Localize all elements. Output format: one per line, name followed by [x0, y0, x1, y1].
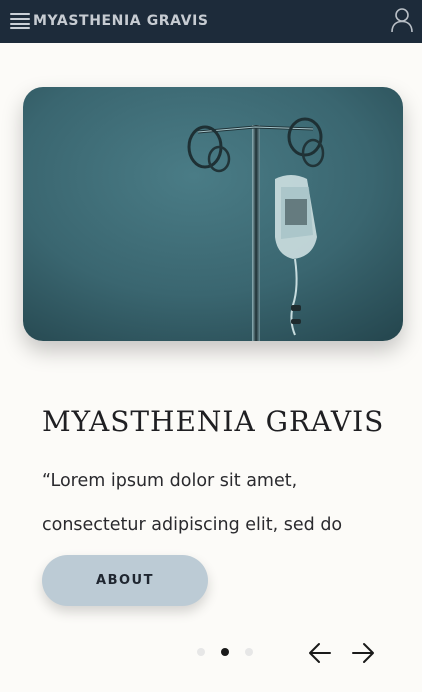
hero-image — [23, 87, 403, 341]
arrow-right-icon[interactable] — [350, 640, 376, 666]
slide-title: MYASTHENIA GRAVIS — [42, 405, 385, 438]
user-account-icon[interactable] — [390, 7, 414, 33]
about-button[interactable]: ABOUT — [42, 555, 208, 606]
hamburger-menu-icon[interactable] — [10, 13, 30, 29]
arrow-left-icon[interactable] — [307, 640, 333, 666]
top-app-bar: MYASTHENIA GRAVIS — [0, 0, 422, 43]
carousel-dot-2[interactable] — [221, 648, 229, 656]
app-title: MYASTHENIA GRAVIS — [33, 13, 209, 29]
carousel-dot-1[interactable] — [197, 648, 205, 656]
slide-description: “Lorem ipsum dolor sit amet, consectetur… — [42, 471, 343, 535]
carousel-dot-3[interactable] — [245, 648, 253, 656]
